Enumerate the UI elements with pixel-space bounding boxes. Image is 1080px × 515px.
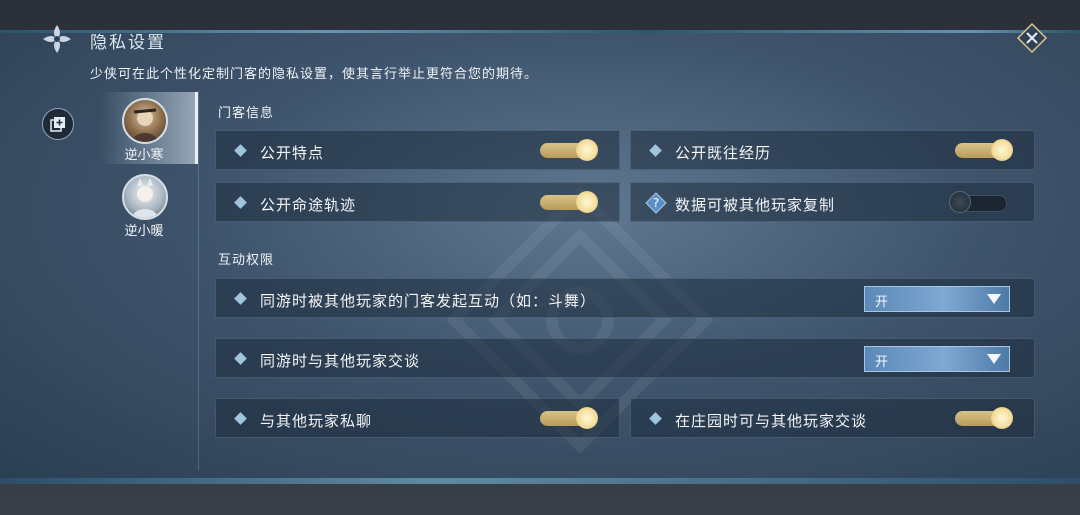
diamond-bullet-icon	[234, 292, 247, 305]
add-character-button[interactable]	[42, 108, 74, 140]
setting-row-private-chat: 与其他玩家私聊	[215, 398, 620, 438]
svg-text:?: ?	[653, 196, 659, 210]
avatar	[122, 174, 168, 220]
plus-copy-icon	[50, 117, 65, 132]
setting-label: 数据可被其他玩家复制	[675, 196, 836, 214]
setting-label: 公开特点	[260, 144, 325, 162]
setting-label: 在庄园时可与其他玩家交谈	[675, 412, 868, 430]
toggle-knob-icon	[991, 407, 1013, 429]
setting-label: 同游时被其他玩家的门客发起互动（如：斗舞）	[260, 292, 597, 310]
setting-row-public-history: 公开既往经历	[630, 130, 1035, 170]
caret-down-icon	[987, 294, 1001, 304]
manor-talk-toggle[interactable]	[955, 407, 1015, 429]
public-history-toggle[interactable]	[955, 139, 1015, 161]
bottom-border	[0, 478, 1080, 484]
setting-label: 公开既往经历	[675, 144, 772, 162]
setting-label: 与其他玩家私聊	[260, 412, 373, 430]
question-diamond-icon[interactable]: ?	[645, 192, 667, 214]
header: 隐私设置	[0, 22, 1080, 60]
setting-row-manor-talk: 在庄园时可与其他玩家交谈	[630, 398, 1035, 438]
toggle-knob-icon	[576, 407, 598, 429]
flower-logo-icon	[43, 25, 71, 53]
diamond-bullet-icon	[649, 412, 662, 425]
diamond-bullet-icon	[649, 144, 662, 157]
private-chat-toggle[interactable]	[540, 407, 600, 429]
setting-label: 公开命途轨迹	[260, 196, 357, 214]
companion-interact-dropdown[interactable]: 开	[864, 286, 1010, 312]
toggle-knob-icon	[991, 139, 1013, 161]
dropdown-value: 开	[875, 295, 889, 310]
diamond-bullet-icon	[234, 412, 247, 425]
setting-row-data-copy: ? 数据可被其他玩家复制	[630, 182, 1035, 222]
page-title: 隐私设置	[90, 33, 166, 53]
setting-row-public-traits: 公开特点	[215, 130, 620, 170]
setting-row-public-destiny: 公开命途轨迹	[215, 182, 620, 222]
character-portrait-icon	[132, 178, 158, 218]
data-copy-toggle[interactable]	[949, 191, 1009, 213]
dropdown-value: 开	[875, 355, 889, 370]
setting-row-companion-interact: 同游时被其他玩家的门客发起互动（如：斗舞） 开	[215, 278, 1035, 318]
diamond-bullet-icon	[234, 196, 247, 209]
talk-while-touring-dropdown[interactable]: 开	[864, 346, 1010, 372]
character-name: 逆小暖	[124, 224, 164, 239]
public-traits-toggle[interactable]	[540, 139, 600, 161]
caret-down-icon	[987, 354, 1001, 364]
public-destiny-toggle[interactable]	[540, 191, 600, 213]
section-label-interaction: 互动权限	[218, 253, 275, 268]
diamond-bullet-icon	[234, 144, 247, 157]
toggle-knob-icon	[949, 191, 971, 213]
close-button-icon[interactable]	[1016, 22, 1048, 54]
page-subtitle: 少侠可在此个性化定制门客的隐私设置，使其言行举止更符合您的期待。	[90, 67, 539, 82]
toggle-knob-icon	[576, 191, 598, 213]
avatar	[122, 98, 168, 144]
character-tab-2[interactable]: 逆小暖	[100, 168, 198, 240]
setting-label: 同游时与其他玩家交谈	[260, 352, 421, 370]
character-tab-1[interactable]: 逆小寒	[100, 92, 198, 164]
character-name: 逆小寒	[124, 148, 164, 163]
section-label-info: 门客信息	[218, 106, 275, 121]
diamond-bullet-icon	[234, 352, 247, 365]
setting-row-talk-while-touring: 同游时与其他玩家交谈 开	[215, 338, 1035, 378]
character-portrait-icon	[132, 108, 158, 142]
toggle-knob-icon	[576, 139, 598, 161]
